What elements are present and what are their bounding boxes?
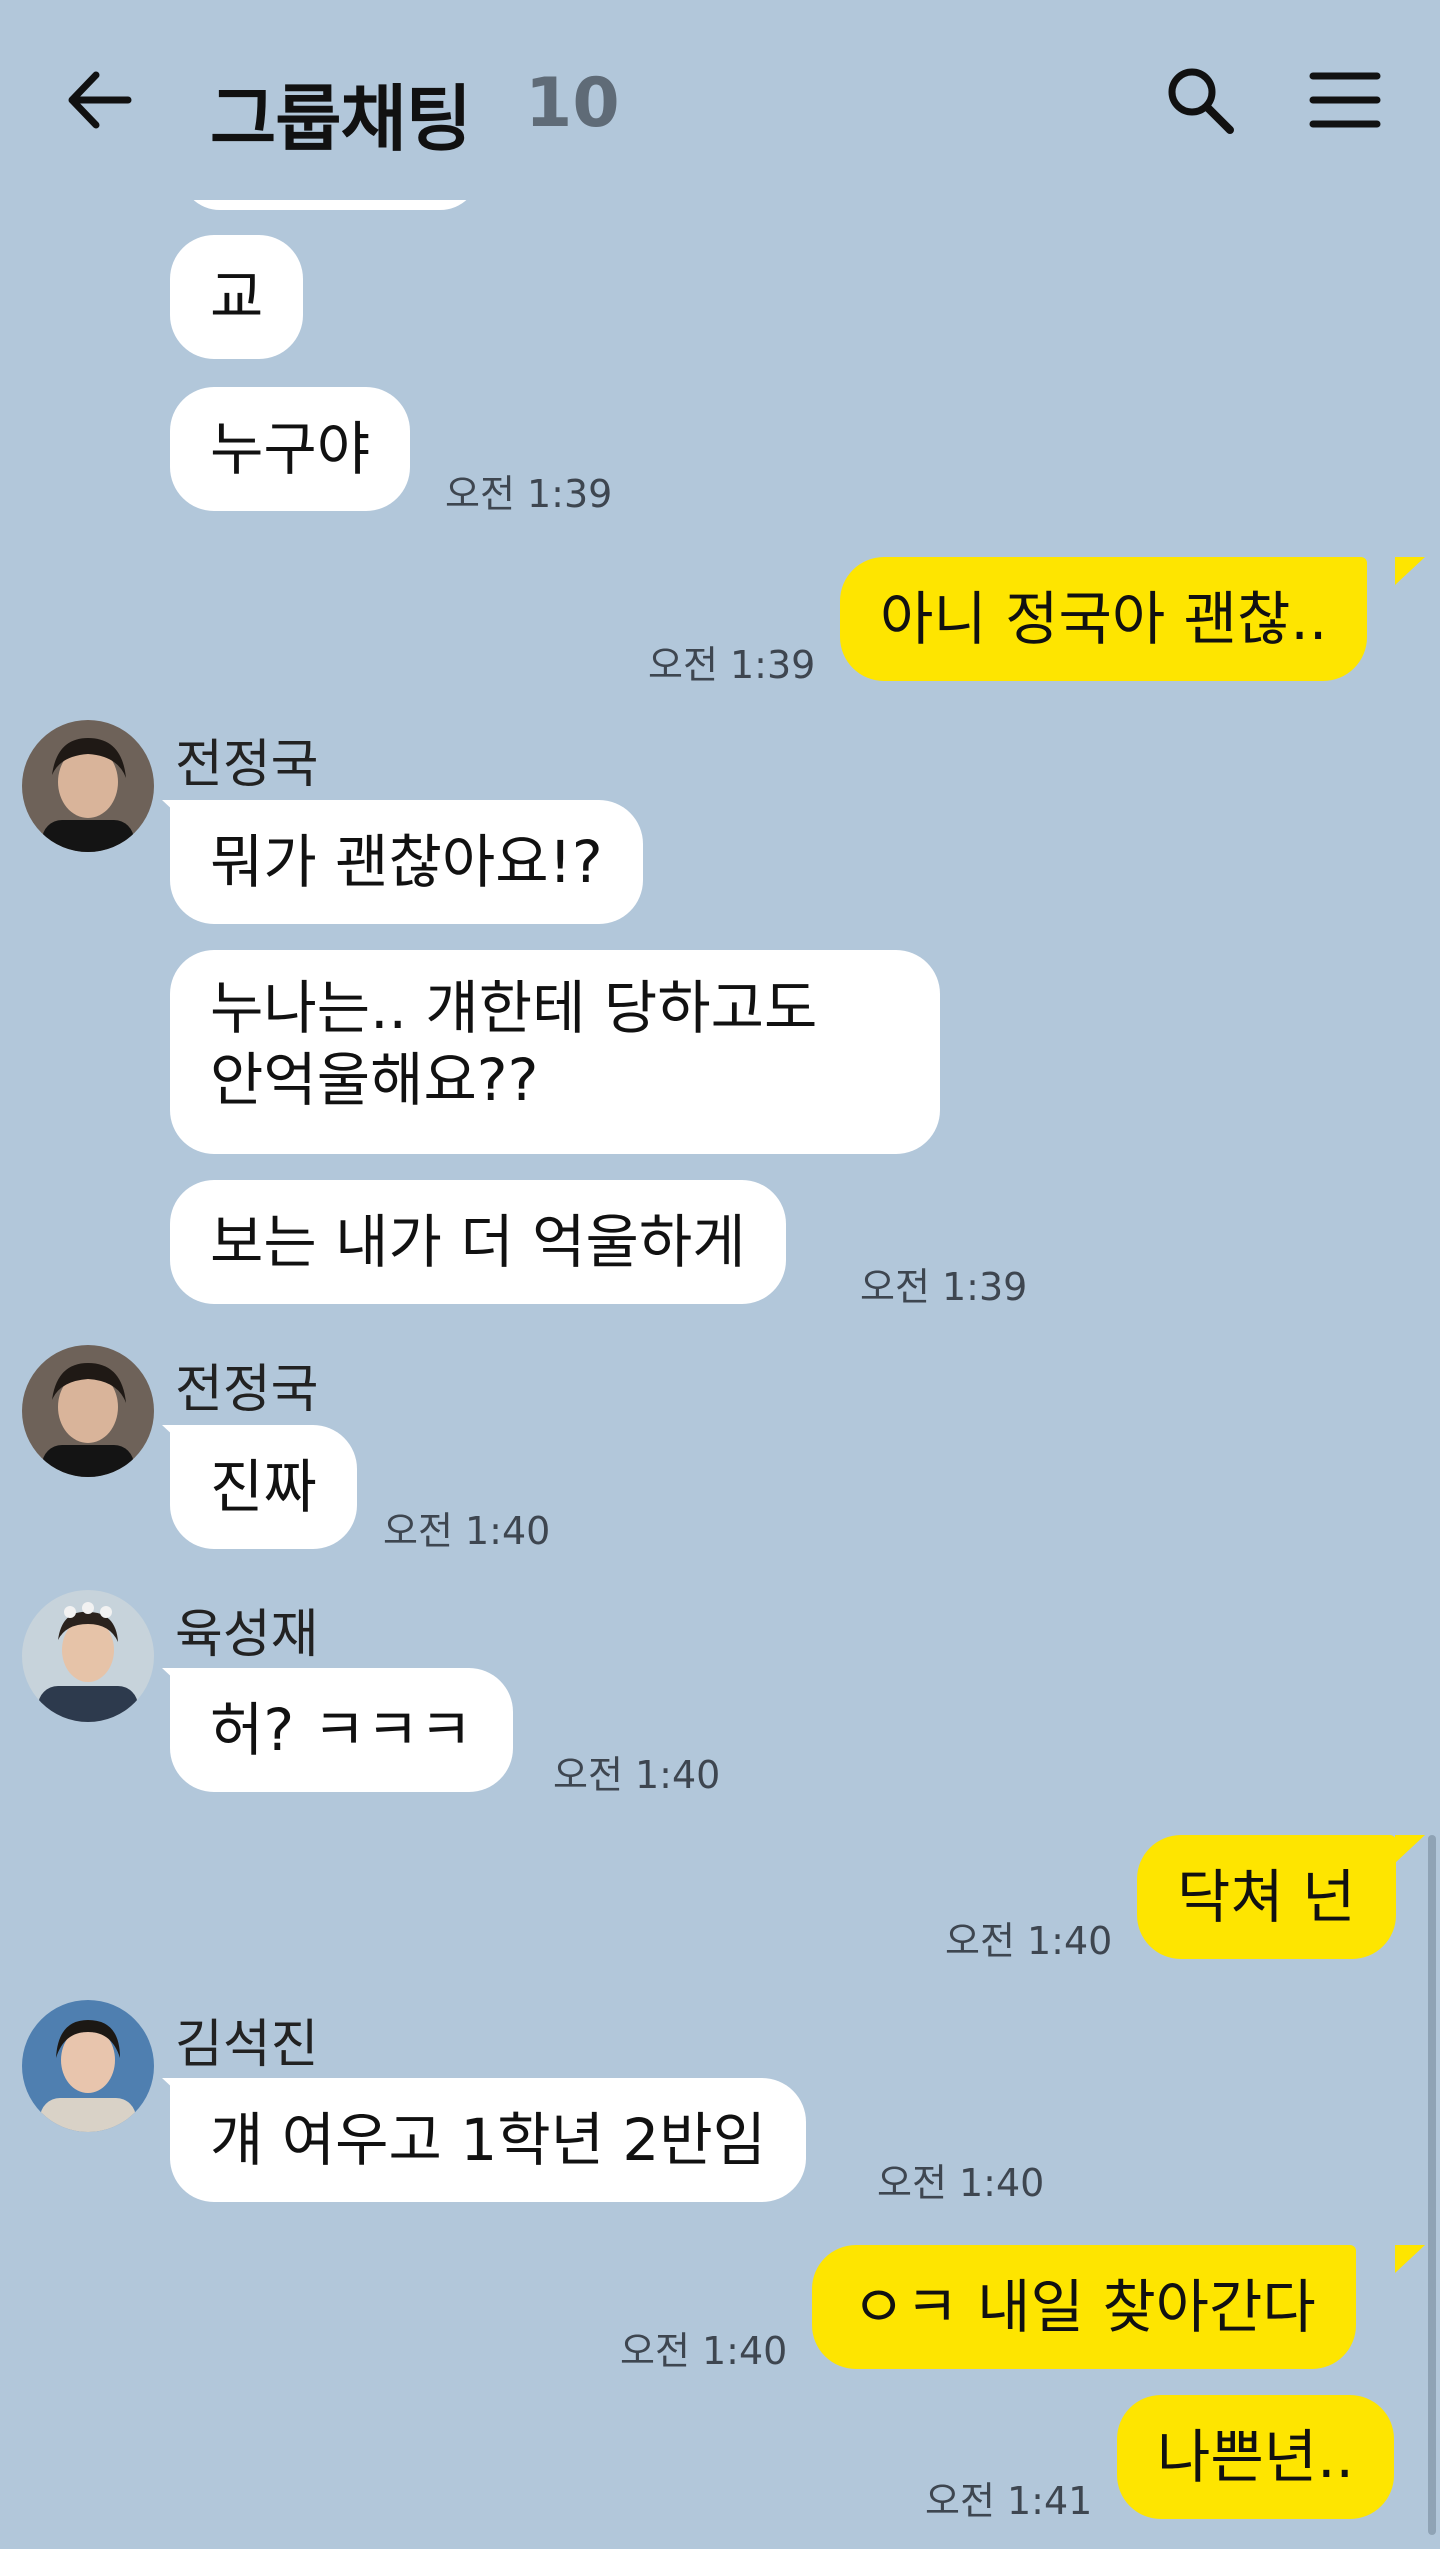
message-text: ㅇㅋ 내일 찾아간다 — [852, 2273, 1316, 2341]
message-bubble[interactable]: 허? ㅋㅋㅋ — [170, 1668, 513, 1792]
scrollbar[interactable] — [1428, 1835, 1436, 2535]
message-time: 오전 1:39 — [445, 472, 613, 516]
message-time: 오전 1:39 — [860, 1265, 1028, 1309]
sender-name: 육성재 — [175, 1605, 319, 1665]
message-text: 닥쳐 넌 — [1177, 1863, 1356, 1931]
message-text-line: 누나는.. 걔한테 당하고도 — [210, 974, 818, 1042]
message-bubble[interactable]: 누구야 — [170, 387, 411, 511]
message-text: 걔 여우고 1학년 2반임 — [210, 2106, 766, 2174]
message-time: 오전 1:40 — [945, 1919, 1113, 1963]
message-text: 교 — [210, 263, 264, 331]
bubble-tail — [1395, 1835, 1425, 1863]
search-button[interactable] — [1160, 60, 1240, 140]
menu-button[interactable] — [1305, 60, 1385, 140]
avatar[interactable] — [22, 2000, 154, 2132]
message-time: 오전 1:41 — [925, 2479, 1093, 2523]
message-bubble[interactable]: 뭐가 괜찮아요!? — [170, 800, 643, 924]
chat-header: 그룹채팅 10 — [0, 0, 1440, 200]
message-time: 오전 1:40 — [383, 1509, 551, 1553]
message-text: 보는 내가 더 억울하게 — [210, 1208, 746, 1276]
avatar[interactable] — [22, 1590, 154, 1722]
bubble-tail — [1395, 2245, 1425, 2273]
message-bubble[interactable]: 누나는.. 걔한테 당하고도 안억울해요?? — [170, 950, 940, 1154]
message-time: 오전 1:39 — [648, 643, 816, 687]
arrow-left-icon — [68, 71, 132, 129]
message-bubble[interactable]: 교 — [170, 235, 304, 359]
search-icon — [1168, 68, 1234, 134]
message-bubble[interactable]: 걔 여우고 1학년 2반임 — [170, 2078, 806, 2202]
message-bubble-outgoing[interactable]: ㅇㅋ 내일 찾아간다 — [812, 2245, 1356, 2369]
message-bubble[interactable]: 진짜 — [170, 1425, 357, 1549]
message-time: 오전 1:40 — [553, 1753, 721, 1797]
message-bubble[interactable]: 보는 내가 더 억울하게 — [170, 1180, 786, 1304]
back-button[interactable] — [60, 55, 140, 145]
avatar[interactable] — [22, 1345, 154, 1477]
sender-name: 김석진 — [175, 2015, 319, 2075]
message-text: 뭐가 괜찮아요!? — [210, 828, 603, 896]
chat-title: 그룹채팅 — [210, 77, 472, 161]
avatar[interactable] — [22, 720, 154, 852]
sender-name: 전정국 — [175, 1360, 319, 1420]
message-text: 허? ㅋㅋㅋ — [210, 1696, 473, 1764]
message-text: 나쁜년.. — [1157, 2423, 1354, 2491]
member-count: 10 — [525, 64, 620, 143]
message-bubble-outgoing[interactable]: 아니 정국아 괜찮.. — [840, 557, 1368, 681]
bubble-tail — [1395, 557, 1425, 585]
message-time: 오전 1:40 — [877, 2161, 1045, 2205]
message-bubble-outgoing[interactable]: 닥쳐 넌 — [1137, 1835, 1396, 1959]
message-text: 아니 정국아 괜찮.. — [880, 585, 1328, 653]
message-bubble-outgoing[interactable]: 나쁜년.. — [1117, 2395, 1394, 2519]
message-time: 오전 1:40 — [620, 2329, 788, 2373]
hamburger-menu-icon — [1309, 72, 1381, 128]
message-text: 진짜 — [210, 1453, 317, 1521]
message-text: 누구야 — [210, 415, 371, 483]
sender-name: 전정국 — [175, 735, 319, 795]
message-text-line: 안억울해요?? — [210, 1046, 539, 1114]
